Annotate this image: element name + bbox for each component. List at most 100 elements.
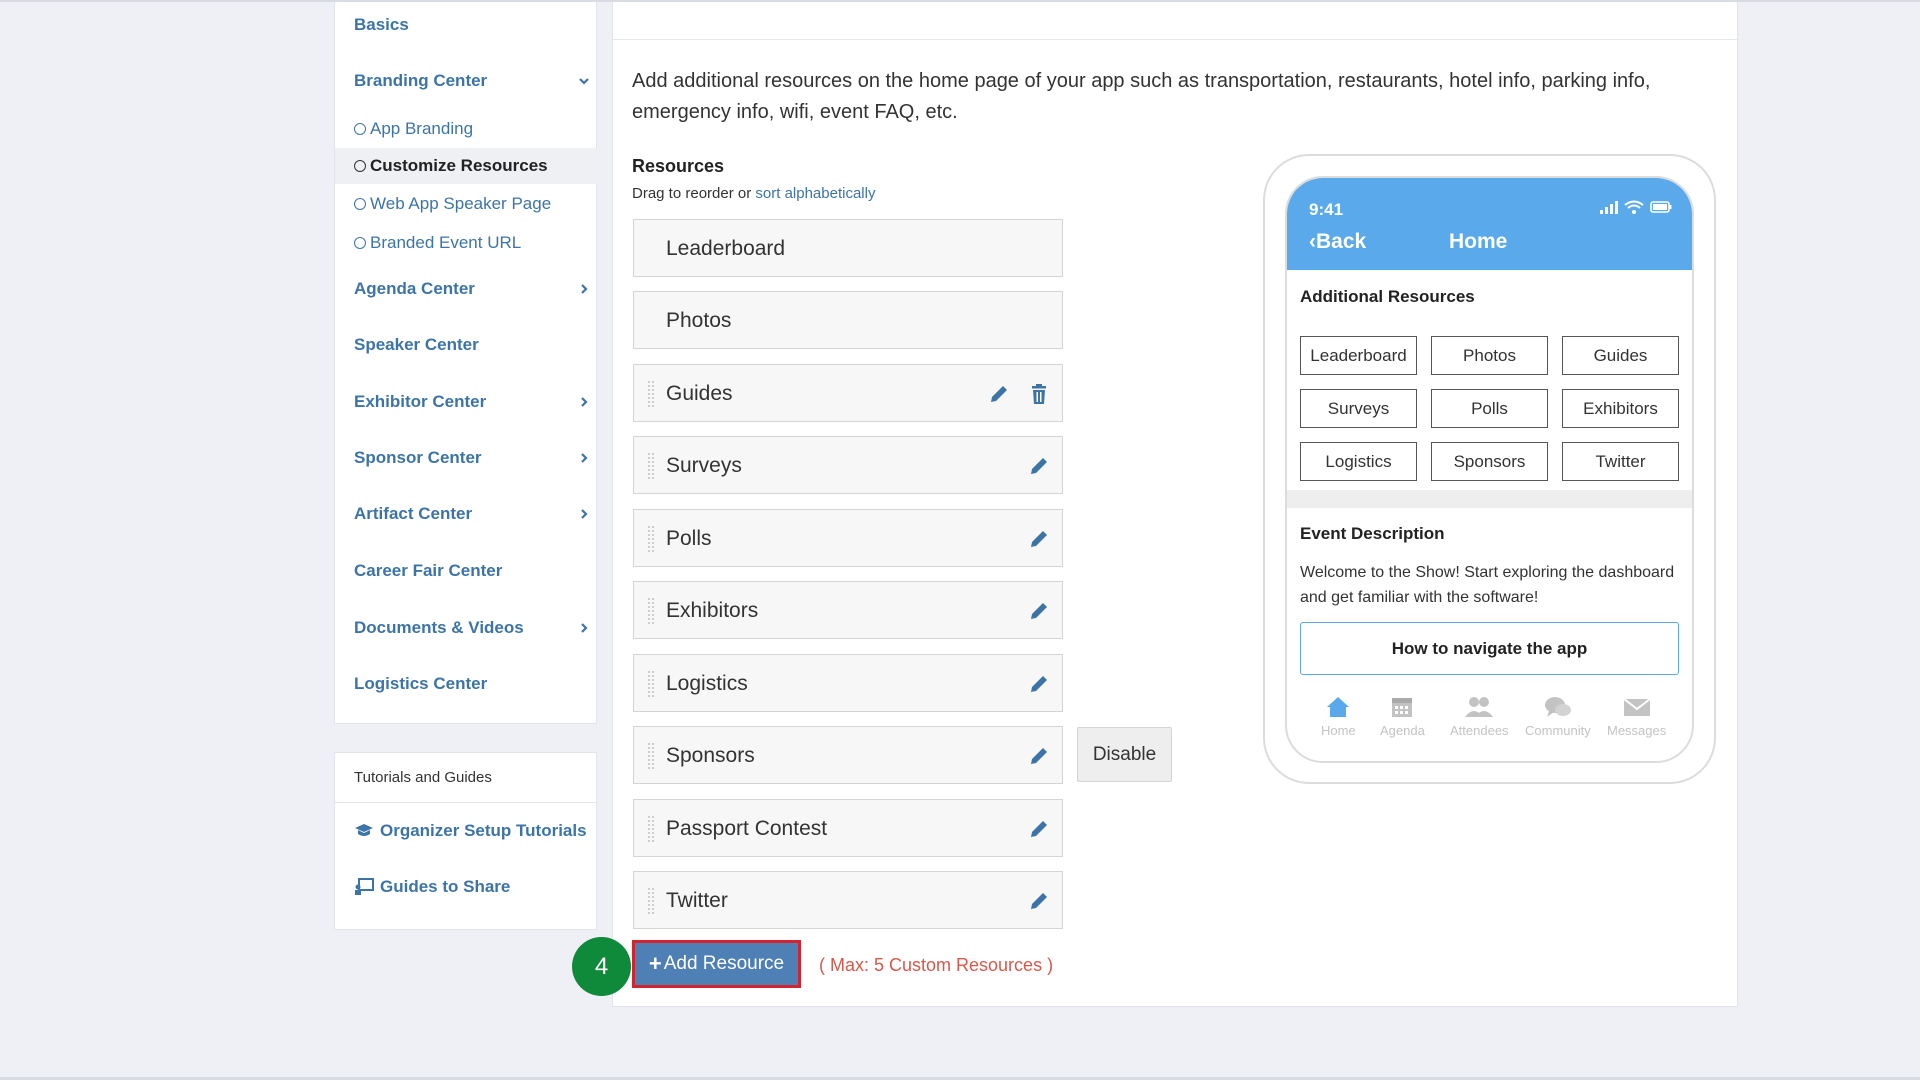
drag-handle-icon[interactable]: [647, 742, 655, 770]
sidebar-subitem-label: App Branding: [370, 119, 474, 138]
resource-row-guides[interactable]: Guides: [633, 364, 1063, 422]
phone-resource-tile[interactable]: Leaderboard: [1300, 336, 1417, 375]
resource-label: Photos: [666, 309, 732, 332]
tab-home[interactable]: Home: [1321, 695, 1356, 738]
wifi-icon: [1624, 200, 1644, 214]
phone-back-button[interactable]: ‹Back: [1309, 230, 1366, 254]
resource-row-photos[interactable]: Photos: [633, 291, 1063, 349]
back-label: Back: [1316, 230, 1367, 253]
phone-status-icons: [1600, 200, 1672, 214]
trash-icon[interactable]: [1028, 383, 1050, 405]
resource-row-passport-contest[interactable]: Passport Contest: [633, 799, 1063, 857]
drag-handle-icon[interactable]: [647, 597, 655, 625]
tab-label: Home: [1321, 723, 1356, 738]
pencil-icon[interactable]: [1028, 890, 1050, 912]
resource-row-logistics[interactable]: Logistics: [633, 654, 1063, 712]
phone-resource-tile[interactable]: Exhibitors: [1562, 389, 1679, 428]
chevron-right-icon: [576, 450, 592, 466]
pencil-icon[interactable]: [1028, 600, 1050, 622]
phone-resource-tile[interactable]: Sponsors: [1431, 442, 1548, 481]
how-to-navigate-button[interactable]: How to navigate the app: [1300, 622, 1679, 675]
tab-attendees[interactable]: Attendees: [1450, 695, 1509, 738]
resource-row-leaderboard[interactable]: Leaderboard: [633, 219, 1063, 277]
phone-home-title: Home: [1449, 230, 1508, 253]
tutorials-header: Tutorials and Guides: [335, 753, 596, 803]
envelope-icon: [1623, 698, 1651, 716]
sidebar: Basics Branding Center App Branding Cust…: [334, 2, 598, 724]
sidebar-subitem-label: Web App Speaker Page: [370, 194, 552, 213]
sidebar-subitem-customize-resources[interactable]: Customize Resources: [335, 148, 598, 184]
tab-agenda[interactable]: Agenda: [1380, 695, 1425, 738]
chalkboard-icon: [355, 878, 374, 895]
resource-label: Exhibitors: [666, 599, 759, 622]
tab-community[interactable]: Community: [1525, 695, 1591, 738]
sort-alphabetically-link[interactable]: sort alphabetically: [755, 185, 875, 202]
page-description: Add additional resources on the home pag…: [632, 70, 1651, 123]
pencil-icon[interactable]: [988, 383, 1010, 405]
organizer-setup-tutorials-link[interactable]: Organizer Setup Tutorials: [354, 821, 587, 841]
resources-title: Resources: [632, 156, 725, 176]
drag-handle-icon[interactable]: [647, 525, 655, 553]
drag-handle-icon[interactable]: [647, 452, 655, 480]
battery-icon: [1650, 201, 1672, 213]
drag-handle-icon[interactable]: [647, 815, 655, 843]
resource-label: Polls: [666, 527, 712, 550]
drag-handle-icon[interactable]: [647, 380, 655, 408]
sidebar-item-label: Sponsor Center: [354, 448, 482, 467]
resource-label: Guides: [666, 382, 733, 405]
sidebar-item-exhibitor-center[interactable]: Exhibitor Center: [335, 388, 598, 416]
plus-icon: +: [648, 951, 662, 976]
calendar-icon: [1392, 698, 1413, 717]
phone-resource-tile[interactable]: Surveys: [1300, 389, 1417, 428]
sidebar-item-artifact-center[interactable]: Artifact Center: [335, 500, 598, 528]
resource-row-polls[interactable]: Polls: [633, 509, 1063, 567]
phone-section-divider: [1287, 490, 1692, 508]
sidebar-subitem-web-app-speaker-page[interactable]: Web App Speaker Page: [335, 186, 598, 222]
phone-resource-tile[interactable]: Guides: [1562, 336, 1679, 375]
pencil-icon[interactable]: [1028, 528, 1050, 550]
pencil-icon[interactable]: [1028, 673, 1050, 695]
sidebar-item-label: Artifact Center: [354, 504, 473, 523]
sidebar-item-branding-center[interactable]: Branding Center: [335, 67, 598, 95]
users-icon: [1465, 697, 1494, 717]
sidebar-item-career-fair-center[interactable]: Career Fair Center: [335, 557, 598, 585]
sidebar-item-label: Logistics Center: [354, 674, 488, 693]
phone-preview: 9:41 ‹Back Home Additional Resources Lea…: [1285, 176, 1694, 763]
signal-icon: [1600, 201, 1618, 214]
pencil-icon[interactable]: [1028, 818, 1050, 840]
phone-resource-tile[interactable]: Photos: [1431, 336, 1548, 375]
sidebar-item-agenda-center[interactable]: Agenda Center: [335, 275, 598, 303]
add-resource-button[interactable]: + Add Resource: [632, 940, 801, 988]
sidebar-item-sponsor-center[interactable]: Sponsor Center: [335, 444, 598, 472]
sidebar-item-basics[interactable]: Basics: [335, 11, 598, 39]
radio-circle-icon: [354, 198, 366, 210]
tab-messages[interactable]: Messages: [1607, 695, 1666, 738]
resource-row-surveys[interactable]: Surveys: [633, 436, 1063, 494]
resource-row-exhibitors[interactable]: Exhibitors: [633, 581, 1063, 639]
drag-handle-icon[interactable]: [647, 670, 655, 698]
phone-resource-tile[interactable]: Polls: [1431, 389, 1548, 428]
chevron-down-icon: [576, 73, 592, 89]
drag-handle-icon[interactable]: [647, 887, 655, 915]
resource-label: Passport Contest: [666, 817, 828, 840]
phone-header: 9:41 ‹Back Home: [1287, 178, 1692, 270]
pencil-icon[interactable]: [1028, 745, 1050, 767]
tab-label: Community: [1525, 723, 1591, 738]
phone-resource-tile[interactable]: Twitter: [1562, 442, 1679, 481]
step-number-badge: 4: [572, 937, 631, 996]
sidebar-item-logistics-center[interactable]: Logistics Center: [335, 670, 598, 698]
guides-to-share-link[interactable]: Guides to Share: [354, 877, 510, 897]
phone-resource-tile[interactable]: Logistics: [1300, 442, 1417, 481]
sidebar-item-documents-videos[interactable]: Documents & Videos: [335, 614, 598, 642]
resource-row-twitter[interactable]: Twitter: [633, 871, 1063, 929]
resource-label: Sponsors: [666, 744, 755, 767]
graduation-cap-icon: [355, 824, 373, 836]
disable-button[interactable]: Disable: [1077, 727, 1172, 782]
sidebar-item-speaker-center[interactable]: Speaker Center: [335, 331, 598, 359]
pencil-icon[interactable]: [1028, 455, 1050, 477]
sidebar-subitem-app-branding[interactable]: App Branding: [335, 111, 598, 147]
sidebar-subitem-branded-event-url[interactable]: Branded Event URL: [335, 225, 598, 261]
resource-row-sponsors[interactable]: Sponsors: [633, 726, 1063, 784]
tab-label: Attendees: [1450, 723, 1509, 738]
resource-grid: Leaderboard Photos Guides Surveys Polls …: [1300, 336, 1681, 481]
